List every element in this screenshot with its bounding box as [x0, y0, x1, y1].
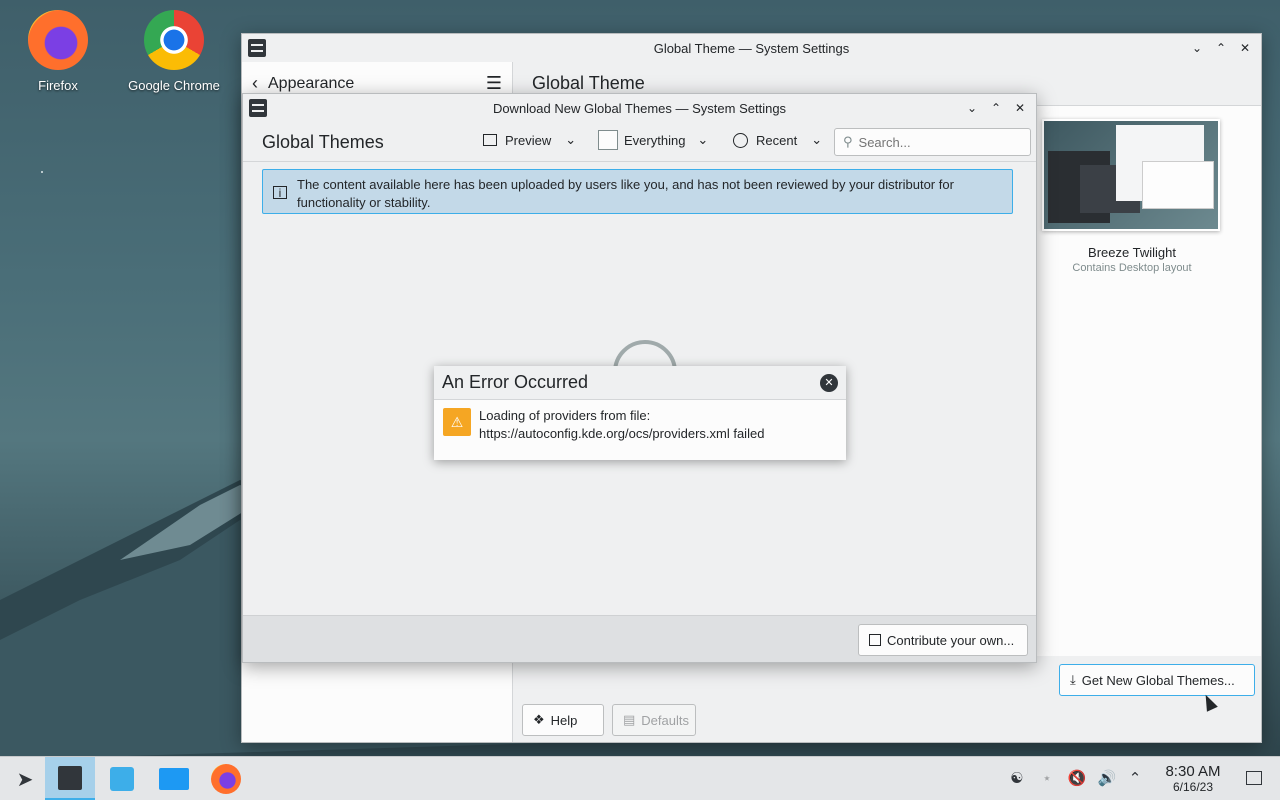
minimize-button[interactable]: ⌄	[962, 98, 982, 118]
muted-speaker-icon[interactable]: 🔇	[1066, 767, 1088, 789]
network-icon[interactable]: ⋆	[1036, 767, 1058, 789]
close-button[interactable]: ✕	[1010, 98, 1030, 118]
clock-time: 8:30 AM	[1165, 763, 1221, 780]
taskbar-system-settings[interactable]	[45, 757, 95, 800]
settings-titlebar[interactable]: Global Theme — System Settings ⌄ ⌃ ✕	[242, 34, 1261, 62]
theme-name: Breeze Twilight	[1088, 245, 1176, 260]
theme-card-breeze-twilight[interactable]: Breeze Twilight Contains Desktop layout	[1042, 119, 1222, 299]
filter-dropdown[interactable]: Everything ⌄	[598, 130, 708, 150]
error-body: ⚠ Loading of providers from file: https:…	[434, 400, 846, 450]
content-warning-banner: i The content available here has been up…	[262, 169, 1013, 214]
chrome-icon	[144, 10, 204, 70]
warning-icon: ⚠	[443, 408, 471, 436]
taskbar-dolphin[interactable]	[149, 757, 199, 800]
desktop-icon-label: Firefox	[38, 78, 78, 93]
info-icon: i	[273, 186, 287, 200]
checkbox-icon	[598, 130, 618, 150]
search-field[interactable]: ⚲	[834, 128, 1031, 156]
dialog-header-title: Global Themes	[262, 132, 384, 152]
filter-label: Everything	[624, 132, 686, 148]
clock-date: 6/16/23	[1172, 780, 1214, 794]
taskbar: ➤ ☯ ⋆ 🔇 🔊 ⌃ 8:30 AM 6/16/23	[0, 756, 1280, 800]
defaults-button[interactable]: ▤ Defaults	[612, 704, 696, 736]
document-icon: ▤	[623, 712, 636, 727]
dialog-titlebar[interactable]: Download New Global Themes — System Sett…	[243, 94, 1036, 122]
expand-tray-icon[interactable]: ⌃	[1124, 767, 1146, 789]
preview-dropdown[interactable]: Preview ⌄	[483, 132, 576, 148]
window-title: Global Theme — System Settings	[653, 40, 850, 56]
taskbar-discover[interactable]	[97, 757, 147, 800]
image-icon	[483, 134, 497, 146]
defaults-label: Defaults	[641, 712, 689, 728]
help-button[interactable]: ❖ Help	[522, 704, 604, 736]
clock[interactable]: 8:30 AM 6/16/23	[1150, 763, 1236, 794]
search-icon: ⚲	[843, 134, 853, 149]
back-arrow-icon[interactable]: ‹	[252, 73, 258, 94]
desktop-icon-chrome[interactable]: Google Chrome	[119, 10, 229, 93]
show-desktop-icon[interactable]	[1243, 767, 1265, 789]
get-new-themes-label: Get New Global Themes...	[1081, 672, 1235, 688]
dialog-title: Download New Global Themes — System Sett…	[492, 100, 787, 116]
volume-icon[interactable]: 🔊	[1096, 767, 1118, 789]
firefox-icon	[211, 764, 241, 794]
maximize-button[interactable]: ⌃	[986, 98, 1006, 118]
system-settings-icon	[249, 99, 267, 117]
search-input[interactable]	[858, 134, 1019, 150]
chevron-down-icon: ⌄	[697, 132, 709, 147]
error-header: An Error Occurred ✕	[434, 366, 846, 400]
desktop-icon-firefox[interactable]: Firefox	[3, 10, 113, 93]
contribute-label: Contribute your own...	[887, 632, 1015, 648]
help-icon: ❖	[533, 712, 545, 727]
system-settings-icon	[248, 39, 266, 57]
sort-dropdown[interactable]: Recent ⌄	[733, 132, 822, 148]
contribute-button[interactable]: Contribute your own...	[858, 624, 1028, 656]
maximize-button[interactable]: ⌃	[1211, 38, 1231, 58]
preview-label: Preview	[505, 132, 552, 148]
dialog-toolbar: Global Themes Preview ⌄ Everything ⌄ Rec…	[243, 122, 1036, 162]
firefox-icon	[28, 10, 88, 70]
chevron-down-icon: ⌄	[565, 132, 577, 147]
download-icon: ⤓	[1070, 672, 1076, 687]
error-title: An Error Occurred	[442, 372, 589, 392]
close-circle-icon[interactable]: ✕	[820, 373, 838, 392]
get-new-themes-button[interactable]: ⤓ Get New Global Themes...	[1059, 664, 1255, 696]
app-launcher[interactable]: ➤	[0, 757, 50, 800]
theme-preview-thumbnail	[1042, 119, 1220, 231]
info-message: The content available here has been uplo…	[297, 177, 954, 210]
launcher-icon: ➤	[16, 768, 34, 791]
folder-icon	[159, 768, 189, 790]
taskbar-firefox[interactable]	[201, 757, 251, 800]
help-label: Help	[550, 712, 578, 728]
hamburger-menu-icon[interactable]: ☰	[486, 73, 502, 94]
image-upload-icon	[869, 634, 881, 646]
desktop-icon-label: Google Chrome	[128, 78, 220, 93]
system-settings-icon	[58, 765, 82, 790]
clock-icon	[733, 132, 748, 148]
sort-label: Recent	[756, 132, 798, 148]
minimize-button[interactable]: ⌄	[1187, 38, 1207, 58]
theme-subtitle: Contains Desktop layout	[1072, 262, 1192, 274]
user-icon[interactable]: ☯	[1006, 767, 1028, 789]
error-popup: An Error Occurred ✕ ⚠ Loading of provide…	[434, 366, 846, 460]
page-title: Global Theme	[532, 73, 645, 93]
close-button[interactable]: ✕	[1235, 38, 1255, 58]
discover-icon	[110, 767, 134, 791]
chevron-down-icon: ⌄	[811, 132, 823, 147]
dialog-footer: Contribute your own...	[243, 615, 1036, 662]
error-message: Loading of providers from file: https://…	[479, 408, 765, 441]
sidebar-title: Appearance	[268, 74, 355, 92]
